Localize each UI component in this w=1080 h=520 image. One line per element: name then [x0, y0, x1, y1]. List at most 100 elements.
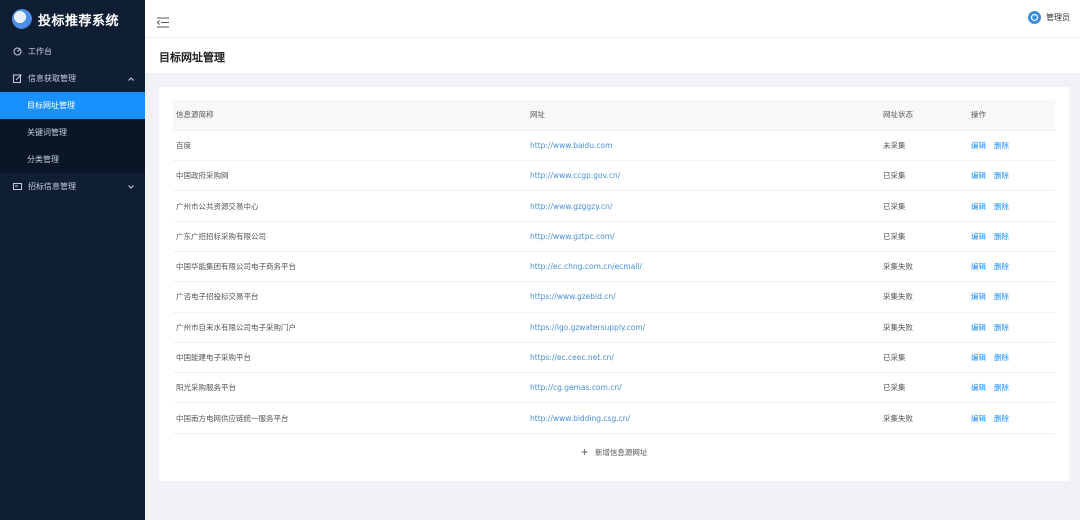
- source-name: 广州市公共资源交易中心: [173, 190, 527, 222]
- table-body: 百度 http://www.baidu.com 未采集 编辑 删除 中国政府采购网 http…: [173, 130, 1055, 434]
- edit-button[interactable]: 编辑: [971, 171, 986, 180]
- source-name: 中国华能集团有限公司电子商务平台: [173, 251, 527, 283]
- status-text: 已采集: [880, 342, 968, 374]
- sidebar-submenu: 目标网址管理 关键词管理 分类管理: [0, 92, 145, 173]
- source-url[interactable]: http://ec.chng.com.cn/ecmall/: [527, 251, 880, 283]
- sidebar-nav: 工作台 信息获取管理 目标网址管理 关键词管理 分类管理 招标信息管理: [0, 38, 145, 200]
- add-source-button[interactable]: + 新增信息源网址: [173, 439, 1055, 465]
- delete-button[interactable]: 删除: [994, 414, 1009, 423]
- sidebar: 投标推荐系统 工作台 信息获取管理 目标网址管理 关键词管理 分类管理 招标信息…: [0, 0, 145, 520]
- source-url[interactable]: http://www.bidding.csg.cn/: [527, 402, 880, 434]
- status-text: 已采集: [880, 372, 968, 404]
- table-row: 中国能建电子采购平台 https://ec.ceec.net.cn/已采集 编辑 删除: [173, 342, 1055, 374]
- edit-button[interactable]: 编辑: [971, 323, 986, 332]
- delete-button[interactable]: 删除: [994, 383, 1009, 392]
- logo[interactable]: 投标推荐系统: [0, 0, 145, 38]
- source-url[interactable]: http://cg.gemas.com.cn/: [527, 372, 880, 404]
- add-source-label: 新增信息源网址: [594, 447, 648, 457]
- column-header-name: 信息源简称: [173, 100, 527, 131]
- page-title: 目标网址管理: [159, 51, 225, 64]
- table-row: 中国华能集团有限公司电子商务平台 http://ec.chng.com.cn/ec…: [173, 251, 1055, 283]
- edit-icon: [13, 74, 22, 83]
- sidebar-item-label: 工作台: [28, 47, 52, 56]
- top-bar: 管理员: [145, 0, 1080, 38]
- edit-button[interactable]: 编辑: [971, 202, 986, 211]
- status-text: 已采集: [880, 221, 968, 252]
- chevron-down-icon: [128, 173, 134, 200]
- delete-button[interactable]: 删除: [994, 202, 1009, 211]
- edit-button[interactable]: 编辑: [971, 353, 986, 362]
- delete-button[interactable]: 删除: [994, 141, 1009, 150]
- user-menu[interactable]: 管理员: [1028, 11, 1070, 24]
- delete-button[interactable]: 删除: [994, 262, 1009, 271]
- source-name: 阳光采购服务平台: [173, 372, 527, 404]
- edit-button[interactable]: 编辑: [971, 292, 986, 301]
- edit-button[interactable]: 编辑: [971, 414, 986, 423]
- edit-button[interactable]: 编辑: [971, 232, 986, 241]
- source-url[interactable]: http://www.gztpc.com/: [527, 221, 880, 252]
- source-url[interactable]: https://ec.ceec.net.cn/: [527, 342, 880, 374]
- edit-button[interactable]: 编辑: [971, 141, 986, 150]
- column-header-url: 网址: [527, 100, 880, 131]
- sidebar-item-target-urls[interactable]: 目标网址管理: [0, 92, 145, 119]
- app-logo-icon: [12, 9, 32, 29]
- sidebar-item-label: 关键词管理: [27, 128, 67, 137]
- source-name: 广咨电子招投标交易平台: [173, 281, 527, 313]
- source-name: 中国南方电网供应链统一服务平台: [173, 402, 527, 434]
- sidebar-item-keywords[interactable]: 关键词管理: [0, 119, 145, 146]
- status-text: 采集失败: [880, 281, 968, 313]
- table-row: 广州市公共资源交易中心 http://www.gzggzy.cn/已采集 编辑 删除: [173, 190, 1055, 222]
- table-row: 广州市自来水有限公司电子采购门户 https://igo.gzwatersuppl…: [173, 312, 1055, 343]
- row-actions: 编辑 删除: [968, 251, 1055, 283]
- delete-button[interactable]: 删除: [994, 171, 1009, 180]
- sidebar-item-tender-info[interactable]: 招标信息管理: [0, 173, 145, 200]
- table-row: 广咨电子招投标交易平台 https://www.gzebid.cn/采集失败 编辑删…: [173, 281, 1055, 313]
- app-title: 投标推荐系统: [38, 13, 120, 29]
- source-url[interactable]: https://www.gzebid.cn/: [527, 281, 880, 313]
- delete-button[interactable]: 删除: [994, 292, 1009, 301]
- row-actions: 编辑 删除: [968, 190, 1055, 222]
- table-row: 中国南方电网供应链统一服务平台 http://www.bidding.csg.cn…: [173, 402, 1055, 434]
- url-table: 信息源简称 网址 网址状态 操作 百度 http://www.baidu.com 未…: [173, 100, 1055, 434]
- column-header-actions: 操作: [968, 100, 1055, 131]
- status-text: 采集失败: [880, 402, 968, 434]
- menu-collapse-icon[interactable]: [156, 13, 169, 28]
- source-name: 广州市自来水有限公司电子采购门户: [173, 312, 527, 343]
- avatar: [1028, 11, 1041, 24]
- source-url[interactable]: http://www.ccgp.gov.cn/: [527, 160, 880, 192]
- delete-button[interactable]: 删除: [994, 232, 1009, 241]
- table-header-row: 信息源简称 网址 网址状态 操作: [173, 100, 1055, 131]
- sidebar-item-categories[interactable]: 分类管理: [0, 146, 145, 173]
- content-card: 信息源简称 网址 网址状态 操作 百度 http://www.baidu.com 未…: [159, 87, 1069, 481]
- edit-button[interactable]: 编辑: [971, 262, 986, 271]
- source-url[interactable]: http://www.baidu.com: [527, 130, 880, 162]
- column-header-status: 网址状态: [880, 100, 968, 131]
- card-icon: [13, 182, 22, 191]
- row-actions: 编辑 删除: [968, 312, 1055, 343]
- dashboard-icon: [13, 47, 22, 56]
- table-row: 阳光采购服务平台 http://cg.gemas.com.cn/已采集 编辑 删除: [173, 372, 1055, 404]
- chevron-up-icon: [128, 65, 134, 92]
- user-name: 管理员: [1046, 13, 1070, 22]
- source-url[interactable]: http://www.gzggzy.cn/: [527, 190, 880, 222]
- sidebar-item-label: 目标网址管理: [27, 101, 75, 110]
- row-actions: 编辑 删除: [968, 130, 1055, 162]
- sidebar-item-workbench[interactable]: 工作台: [0, 38, 145, 65]
- delete-button[interactable]: 删除: [994, 353, 1009, 362]
- source-name: 中国政府采购网: [173, 160, 527, 192]
- status-text: 已采集: [880, 190, 968, 222]
- delete-button[interactable]: 删除: [994, 323, 1009, 332]
- page-header: 目标网址管理: [145, 38, 1080, 73]
- source-url[interactable]: https://igo.gzwatersupply.com/: [527, 312, 880, 343]
- table-row: 中国政府采购网 http://www.ccgp.gov.cn/已采集 编辑 删除: [173, 160, 1055, 192]
- row-actions: 编辑 删除: [968, 160, 1055, 192]
- row-actions: 编辑 删除: [968, 372, 1055, 404]
- status-text: 未采集: [880, 130, 968, 162]
- edit-button[interactable]: 编辑: [971, 383, 986, 392]
- sidebar-item-info-acquisition[interactable]: 信息获取管理: [0, 65, 145, 92]
- source-name: 广东广招招标采购有限公司: [173, 221, 527, 252]
- status-text: 采集失败: [880, 312, 968, 343]
- sidebar-item-label: 信息获取管理: [28, 74, 76, 83]
- row-actions: 编辑 删除: [968, 402, 1055, 434]
- status-text: 已采集: [880, 160, 968, 192]
